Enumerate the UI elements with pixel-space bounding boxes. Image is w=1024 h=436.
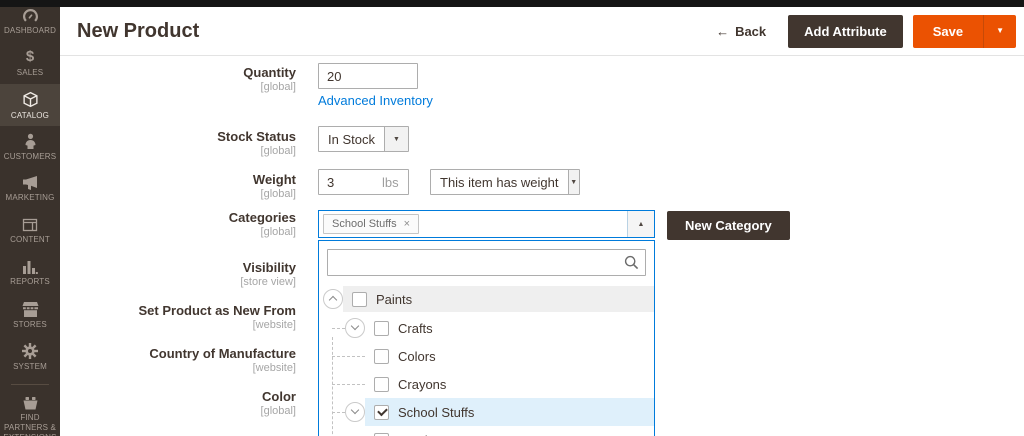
checkbox-crayons[interactable] (374, 376, 389, 392)
caret-up-icon: ▲ (637, 220, 645, 228)
sidebar-item-label: DASHBOARD (3, 25, 57, 35)
catalog-icon (22, 91, 38, 107)
sidebar-item-label: MARKETING (5, 193, 55, 202)
save-split-button: Save ▼ (912, 14, 1016, 48)
expand-icon[interactable] (345, 402, 365, 422)
sidebar-item-sales[interactable]: $ SALES (0, 42, 60, 84)
stock-status-select[interactable]: In Stock ▼ (318, 126, 409, 152)
sidebar-item-label: SALES (16, 68, 44, 77)
tree-row-crafts[interactable]: Crafts (319, 314, 654, 342)
checkbox-brushes[interactable] (374, 432, 389, 436)
sidebar-item-label: REPORTS (10, 277, 50, 286)
checkbox-colors[interactable] (374, 348, 389, 364)
selected-category-chips: School Stuffs × (319, 211, 627, 237)
sidebar-item-system[interactable]: SYSTEM (0, 336, 60, 378)
categories-dropdown-toggle[interactable]: ▲ (627, 211, 654, 237)
browser-top-bar (0, 0, 1024, 7)
caret-down-icon: ▼ (393, 135, 400, 143)
sidebar-item-label: CATALOG (10, 110, 50, 120)
caret-down-icon: ▼ (570, 178, 578, 186)
field-label-stock-status: Stock Status [global] (217, 129, 296, 158)
chip-label: School Stuffs (332, 218, 397, 230)
remove-chip-icon[interactable]: × (404, 218, 410, 230)
save-button[interactable]: Save (913, 15, 983, 48)
page-title: New Product (77, 19, 200, 42)
expand-icon[interactable] (345, 318, 365, 338)
content-icon (22, 218, 38, 232)
category-search (327, 249, 646, 276)
marketing-icon (22, 176, 37, 190)
sidebar-item-marketing[interactable]: MARKETING (0, 168, 60, 210)
caret-down-icon: ▼ (996, 26, 1004, 35)
tree-row-crayons[interactable]: Crayons (319, 370, 654, 398)
sidebar-item-content[interactable]: CONTENT (0, 210, 60, 252)
sidebar-item-catalog[interactable]: CATALOG (0, 84, 60, 126)
checkbox-school-stuffs[interactable] (374, 404, 389, 420)
sales-icon: $ (25, 48, 35, 65)
category-tree: Paints Crafts Colors Crayons School Stuf… (319, 282, 654, 436)
quantity-input[interactable] (318, 63, 418, 89)
extensions-icon (23, 397, 37, 410)
sidebar-item-find-partners[interactable]: FIND PARTNERS & EXTENSIONS (0, 391, 60, 436)
field-label-categories: Categories [global] (228, 210, 296, 239)
stores-icon (22, 301, 38, 317)
new-category-button[interactable]: New Category (667, 211, 790, 240)
save-options-toggle[interactable]: ▼ (983, 14, 1016, 48)
tree-row-colors[interactable]: Colors (319, 342, 654, 370)
sidebar-item-label: CONTENT (10, 235, 50, 244)
dashboard-icon (22, 8, 38, 22)
header-actions: ← Back Add Attribute Save ▼ (716, 14, 1016, 48)
tree-row-brushes[interactable]: Brushes (319, 426, 654, 436)
select-caret: ▼ (383, 127, 408, 151)
tree-row-school-stuffs[interactable]: School Stuffs (319, 398, 654, 426)
search-icon (624, 255, 639, 270)
field-label-set-new-from: Set Product as New From [website] (138, 303, 296, 332)
customers-icon (25, 133, 35, 149)
back-button[interactable]: ← Back (716, 24, 766, 39)
tree-row-paints[interactable]: Paints (319, 286, 654, 312)
field-label-weight: Weight [global] (252, 172, 296, 201)
sidebar-divider (11, 384, 49, 385)
sidebar-item-reports[interactable]: REPORTS (0, 252, 60, 294)
sidebar-item-label: CUSTOMERS (3, 152, 57, 161)
checkbox-crafts[interactable] (374, 320, 389, 336)
page-header: New Product ← Back Add Attribute Save ▼ (60, 7, 1024, 56)
reports-icon (23, 261, 38, 274)
sidebar-item-label: FIND PARTNERS & EXTENSIONS (3, 413, 56, 436)
categories-multiselect[interactable]: School Stuffs × ▲ (318, 210, 655, 238)
category-dropdown-panel: Paints Crafts Colors Crayons School Stuf… (318, 240, 655, 436)
system-icon (22, 343, 38, 359)
sidebar-item-label: STORES (13, 319, 47, 329)
field-label-quantity: Quantity [global] (243, 65, 296, 94)
advanced-inventory-link[interactable]: Advanced Inventory (318, 93, 433, 108)
weight-unit-label: lbs (382, 175, 399, 190)
field-label-visibility: Visibility [store view] (240, 260, 296, 289)
field-label-country: Country of Manufacture [website] (149, 346, 296, 375)
add-attribute-button[interactable]: Add Attribute (788, 14, 903, 48)
admin-sidebar: DASHBOARD $ SALES CATALOG CUSTOMERS MARK… (0, 0, 60, 436)
back-label: Back (735, 23, 767, 39)
sidebar-item-customers[interactable]: CUSTOMERS (0, 126, 60, 168)
category-search-input[interactable] (327, 249, 646, 276)
field-label-color: Color [global] (260, 389, 296, 418)
sidebar-item-stores[interactable]: STORES (0, 294, 60, 336)
select-caret: ▼ (567, 170, 579, 194)
checkbox-paints[interactable] (352, 291, 367, 307)
category-chip: School Stuffs × (323, 214, 420, 234)
back-arrow-icon: ← (716, 23, 730, 39)
weight-switch-select[interactable]: This item has weight ▼ (430, 169, 580, 195)
sidebar-item-label: SYSTEM (13, 362, 47, 371)
collapse-icon[interactable] (323, 289, 343, 309)
